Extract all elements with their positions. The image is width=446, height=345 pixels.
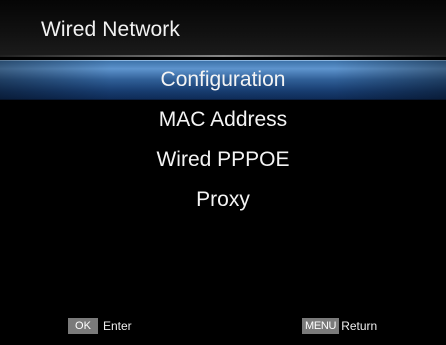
- settings-menu: Configuration MAC Address Wired PPPOE Pr…: [0, 60, 446, 220]
- footer-hint-bar: OK Enter MENU Return: [0, 308, 446, 345]
- menu-item-configuration[interactable]: Configuration: [0, 60, 446, 100]
- menu-item-mac-address[interactable]: MAC Address: [0, 100, 446, 140]
- ok-enter-hint: OK Enter: [68, 318, 132, 334]
- menu-key-badge: MENU: [302, 318, 340, 334]
- wired-network-screen: Wired Network Configuration MAC Address …: [0, 0, 446, 345]
- title-divider: [0, 55, 446, 57]
- menu-item-label: Proxy: [196, 188, 250, 211]
- ok-action-label: Enter: [103, 319, 132, 333]
- menu-item-label: Configuration: [160, 68, 286, 91]
- menu-return-hint: MENU Return: [302, 318, 446, 334]
- menu-item-proxy[interactable]: Proxy: [0, 180, 446, 220]
- ok-key-badge: OK: [68, 318, 98, 334]
- menu-item-label: Wired PPPOE: [156, 148, 290, 171]
- menu-item-label: MAC Address: [158, 108, 288, 131]
- title-bar: Wired Network: [0, 0, 446, 55]
- menu-action-label: Return: [341, 319, 378, 333]
- menu-item-wired-pppoe[interactable]: Wired PPPOE: [0, 140, 446, 180]
- page-title: Wired Network: [41, 18, 180, 41]
